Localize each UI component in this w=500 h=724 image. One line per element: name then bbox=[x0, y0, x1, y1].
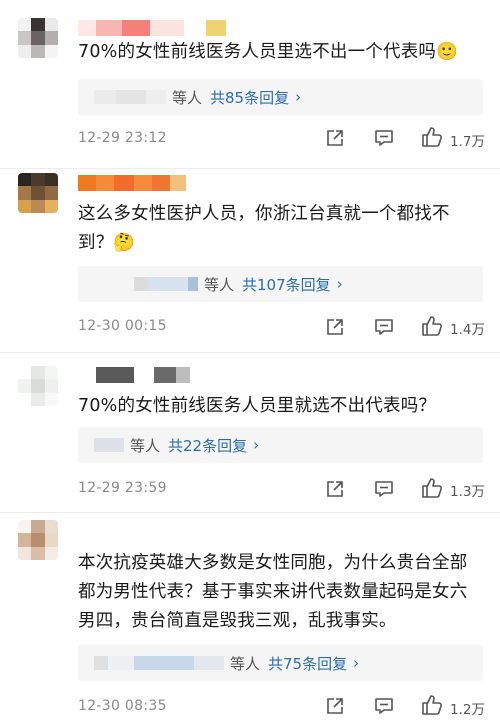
reply-who-label: 等人 bbox=[204, 275, 235, 294]
reply-summary[interactable]: 等人 共22条回复 › bbox=[78, 427, 483, 463]
avatar[interactable] bbox=[18, 18, 58, 58]
share-button[interactable] bbox=[323, 316, 347, 338]
share-button[interactable] bbox=[323, 127, 347, 149]
like-button[interactable] bbox=[420, 314, 444, 338]
reply-summary[interactable]: 等人 共107条回复 › bbox=[78, 266, 483, 302]
thumbs-up-icon bbox=[422, 695, 442, 715]
reply-summary[interactable]: 等人 共75条回复 › bbox=[78, 645, 483, 681]
chevron-right-icon: › bbox=[353, 654, 360, 672]
like-count: 1.2万 bbox=[450, 702, 485, 718]
comment-button[interactable] bbox=[372, 695, 396, 717]
comment-icon bbox=[375, 319, 393, 335]
timestamp: 12-29 23:59 bbox=[78, 480, 167, 496]
reply-who-label: 等人 bbox=[130, 436, 161, 455]
share-icon bbox=[327, 698, 343, 714]
like-count: 1.3万 bbox=[450, 484, 485, 500]
thumbs-up-icon bbox=[422, 478, 442, 498]
thumbs-up-icon bbox=[422, 127, 442, 147]
comment-text: 70%的女性前线医务人员里选不出一个代表吗🙂 bbox=[78, 42, 459, 62]
reply-count-link[interactable]: 共22条回复 bbox=[168, 435, 247, 456]
replier-names bbox=[94, 656, 224, 670]
comment-icon bbox=[375, 698, 393, 714]
chevron-right-icon: › bbox=[295, 88, 302, 106]
reply-who-label: 等人 bbox=[172, 88, 203, 107]
reply-count-link[interactable]: 共107条回复 bbox=[242, 274, 331, 295]
share-icon bbox=[327, 130, 343, 146]
replier-names bbox=[94, 90, 166, 104]
like-button[interactable] bbox=[420, 125, 444, 149]
share-button[interactable] bbox=[323, 695, 347, 717]
divider bbox=[0, 512, 500, 513]
timestamp: 12-29 23:12 bbox=[78, 130, 167, 146]
comment-text: 本次抗疫英雄大多数是女性同胞，为什么贵台全部都为男性代表？基于事实来讲代表数量起… bbox=[78, 553, 468, 631]
avatar[interactable] bbox=[18, 173, 58, 213]
avatar[interactable] bbox=[18, 366, 58, 406]
comment-text: 这么多女性医护人员，你浙江台真就一个都找不到？🤔 bbox=[78, 204, 450, 253]
like-count: 1.7万 bbox=[450, 134, 485, 150]
chevron-right-icon: › bbox=[253, 436, 260, 454]
share-icon bbox=[327, 319, 343, 335]
divider bbox=[0, 352, 500, 353]
replier-names bbox=[94, 438, 124, 452]
reply-summary[interactable]: 等人 共85条回复 › bbox=[78, 79, 483, 115]
comment-button[interactable] bbox=[372, 478, 396, 500]
like-button[interactable] bbox=[420, 476, 444, 500]
chevron-right-icon: › bbox=[336, 275, 343, 293]
comment-button[interactable] bbox=[372, 127, 396, 149]
comment-icon bbox=[375, 130, 393, 146]
comment-icon bbox=[375, 481, 393, 497]
divider bbox=[0, 168, 500, 169]
username[interactable] bbox=[78, 175, 186, 191]
comment-text: 70%的女性前线医务人员里就选不出代表吗？ bbox=[78, 396, 437, 416]
avatar[interactable] bbox=[18, 520, 58, 560]
like-count: 1.4万 bbox=[450, 322, 485, 338]
share-button[interactable] bbox=[323, 478, 347, 500]
comment-button[interactable] bbox=[372, 316, 396, 338]
replier-names bbox=[134, 277, 198, 291]
username[interactable] bbox=[78, 20, 226, 36]
reply-who-label: 等人 bbox=[230, 654, 261, 673]
comment-item: 70%的女性前线医务人员里选不出一个代表吗🙂 等人 共85条回复 › 12-29… bbox=[0, 0, 500, 170]
reply-count-link[interactable]: 共85条回复 bbox=[210, 87, 289, 108]
timestamp: 12-30 00:15 bbox=[78, 318, 167, 334]
reply-count-link[interactable]: 共75条回复 bbox=[268, 653, 347, 674]
like-button[interactable] bbox=[420, 693, 444, 717]
thumbs-up-icon bbox=[422, 316, 442, 336]
timestamp: 12-30 08:35 bbox=[78, 698, 167, 714]
share-icon bbox=[327, 481, 343, 497]
username[interactable] bbox=[96, 367, 190, 383]
